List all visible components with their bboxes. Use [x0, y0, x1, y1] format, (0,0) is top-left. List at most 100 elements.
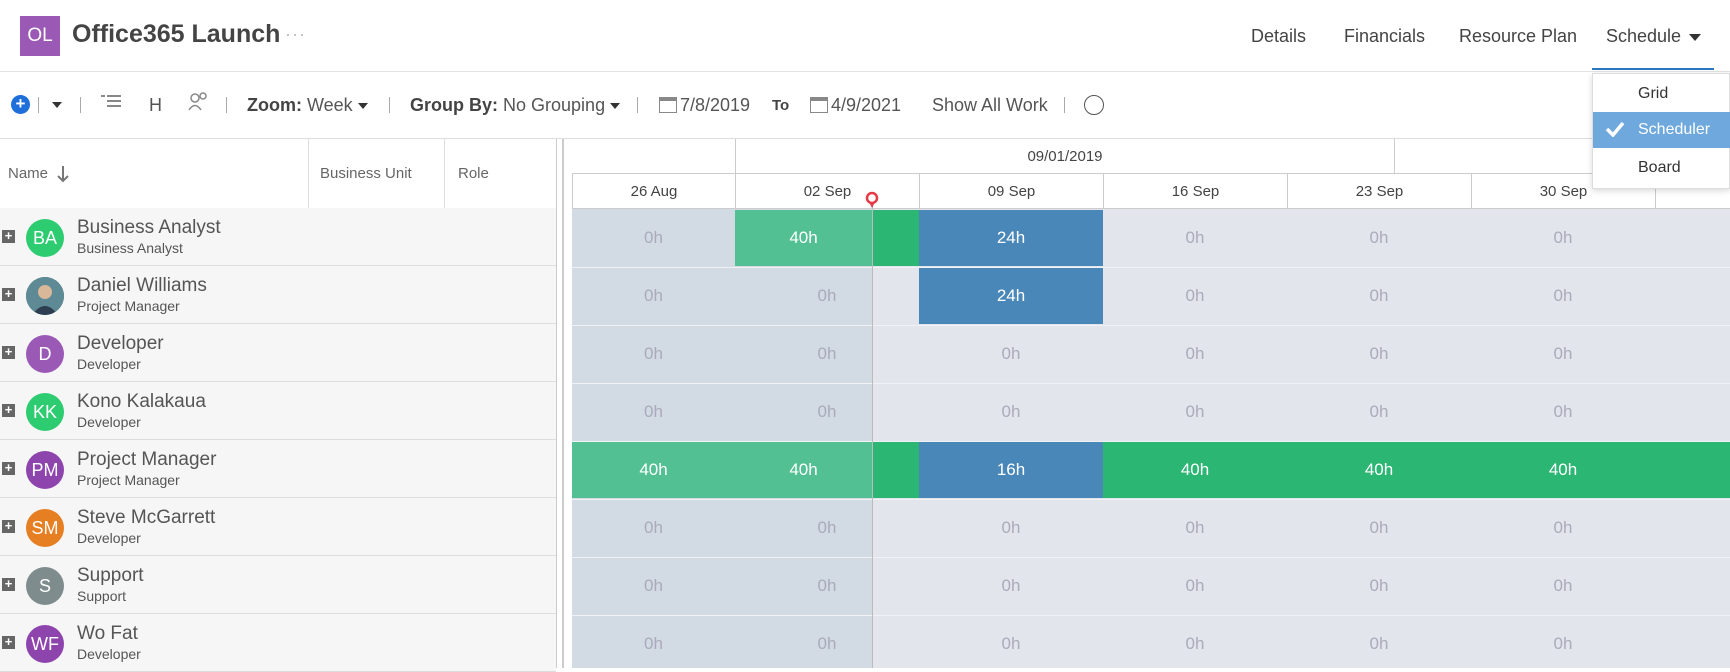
- allocation-cell[interactable]: 0h: [1103, 616, 1287, 668]
- allocation-cell[interactable]: 0h: [572, 500, 735, 556]
- allocation-cell[interactable]: 0h: [735, 384, 919, 440]
- allocation-cell[interactable]: 0h: [1471, 558, 1655, 614]
- avatar-initials: BA: [32, 227, 57, 248]
- zoom-dropdown[interactable]: Zoom: Week: [247, 95, 368, 116]
- allocation-cell[interactable]: 0h: [919, 326, 1103, 382]
- avatar-initials: S: [38, 575, 51, 596]
- allocation-cell[interactable]: 0h: [919, 558, 1103, 614]
- allocation-cell[interactable]: 0h: [1287, 500, 1471, 556]
- allocation-bar[interactable]: 40h: [1471, 442, 1655, 498]
- column-header-row: Name Business Unit Role: [0, 139, 556, 208]
- from-date-picker[interactable]: 7/8/2019: [659, 95, 750, 116]
- allocation-cell[interactable]: 0h: [1471, 268, 1655, 324]
- menu-item-scheduler[interactable]: Scheduler: [1593, 112, 1730, 148]
- resource-row[interactable]: + KK Kono Kalakaua Developer: [0, 382, 556, 440]
- allocation-cell[interactable]: 0h: [572, 616, 735, 668]
- allocation-cell[interactable]: 0h: [1471, 326, 1655, 382]
- resource-row[interactable]: + D Developer Developer: [0, 324, 556, 382]
- allocation-cell[interactable]: 0h: [572, 326, 735, 382]
- allocation-cell[interactable]: 0h: [1287, 210, 1471, 266]
- tab-details[interactable]: Details: [1251, 26, 1306, 47]
- allocation-cell[interactable]: 0h: [1103, 500, 1287, 556]
- calendar-icon: [810, 97, 828, 113]
- project-avatar: OL: [20, 16, 60, 56]
- column-header-name[interactable]: Name: [0, 139, 309, 208]
- column-header-role[interactable]: Role: [445, 139, 556, 208]
- allocation-cell[interactable]: 0h: [735, 558, 919, 614]
- expand-icon[interactable]: +: [2, 287, 15, 301]
- column-header-business-unit[interactable]: Business Unit: [309, 139, 445, 208]
- resource-filter-icon[interactable]: [188, 91, 208, 116]
- resource-row[interactable]: + Daniel Williams Project Manager: [0, 266, 556, 324]
- allocation-bar[interactable]: 24h: [919, 210, 1103, 266]
- avatar: [26, 277, 64, 315]
- resource-row[interactable]: + BA Business Analyst Business Analyst: [0, 208, 556, 266]
- allocation-cell[interactable]: 0h: [572, 384, 735, 440]
- add-button[interactable]: +: [11, 95, 30, 114]
- resource-row[interactable]: + PM Project Manager Project Manager: [0, 440, 556, 498]
- expand-icon[interactable]: +: [2, 461, 15, 475]
- resource-row[interactable]: + WF Wo Fat Developer: [0, 614, 556, 672]
- menu-item-grid[interactable]: Grid: [1593, 76, 1730, 112]
- allocation-cell[interactable]: 0h: [919, 384, 1103, 440]
- show-all-work-button[interactable]: Show All Work: [932, 95, 1048, 116]
- allocation-cell[interactable]: 0h: [1287, 384, 1471, 440]
- allocation-cell[interactable]: 0h: [572, 558, 735, 614]
- allocation-bar[interactable]: 40h: [572, 442, 735, 498]
- expand-icon[interactable]: +: [2, 403, 15, 417]
- allocation-cell[interactable]: 0h: [1103, 326, 1287, 382]
- resource-row[interactable]: + SM Steve McGarrett Developer: [0, 498, 556, 556]
- expand-icon[interactable]: +: [2, 229, 15, 243]
- allocation-cell[interactable]: 0h: [1103, 268, 1287, 324]
- allocation-bar[interactable]: 16h: [919, 442, 1103, 498]
- allocation-bar[interactable]: 40h: [1103, 442, 1287, 498]
- allocation-cell[interactable]: 0h: [1471, 210, 1655, 266]
- expand-icon[interactable]: +: [2, 345, 15, 359]
- allocation-cell[interactable]: 0h: [735, 616, 919, 668]
- menu-item-board[interactable]: Board: [1593, 150, 1730, 186]
- allocation-cell[interactable]: 0h: [1471, 500, 1655, 556]
- tab-resource-plan[interactable]: Resource Plan: [1459, 26, 1577, 47]
- allocation-cell[interactable]: 0h: [1103, 558, 1287, 614]
- tab-financials[interactable]: Financials: [1344, 26, 1425, 47]
- expand-icon[interactable]: +: [2, 635, 15, 649]
- allocation-cell[interactable]: 0h: [1287, 558, 1471, 614]
- expand-icon[interactable]: +: [2, 577, 15, 591]
- resource-name: Project Manager: [77, 449, 217, 470]
- histogram-button[interactable]: H: [149, 95, 162, 116]
- add-options-dropdown[interactable]: [47, 94, 62, 115]
- allocation-cell[interactable]: 0h: [735, 500, 919, 556]
- tab-schedule[interactable]: Schedule: [1606, 26, 1702, 47]
- allocation-cell[interactable]: 0h: [572, 268, 735, 324]
- resource-role: Project Manager: [77, 472, 180, 488]
- allocation-cell[interactable]: 0h: [735, 326, 919, 382]
- allocation-cell[interactable]: 0h: [572, 210, 735, 266]
- allocation-cell[interactable]: 0h: [1471, 616, 1655, 668]
- allocation-cell[interactable]: 0h: [1287, 326, 1471, 382]
- circle-toggle[interactable]: [1084, 95, 1104, 115]
- allocation-cell[interactable]: 0h: [1471, 384, 1655, 440]
- allocation-bar[interactable]: 24h: [919, 268, 1103, 324]
- allocation-cell[interactable]: 0h: [1287, 268, 1471, 324]
- allocation-bar[interactable]: 40h: [735, 442, 872, 498]
- to-date-picker[interactable]: 4/9/2021: [810, 95, 901, 116]
- more-options-button[interactable]: ···: [285, 24, 306, 45]
- resource-row[interactable]: + S Support Support: [0, 556, 556, 614]
- allocation-bar-segment: [872, 442, 919, 498]
- allocation-cell[interactable]: 0h: [1103, 210, 1287, 266]
- allocation-bar[interactable]: 40h: [1287, 442, 1471, 498]
- allocation-bar[interactable]: 40h: [735, 210, 872, 266]
- app-header: OL Office365 Launch ··· Details Financia…: [0, 0, 1730, 72]
- allocation-cell[interactable]: 0h: [1103, 384, 1287, 440]
- panel-splitter[interactable]: [556, 139, 570, 668]
- to-label: To: [772, 97, 790, 114]
- group-by-value: No Grouping: [503, 95, 606, 115]
- expand-icon[interactable]: +: [2, 519, 15, 533]
- list-view-icon[interactable]: [100, 93, 122, 114]
- allocation-cell[interactable]: 0h: [919, 616, 1103, 668]
- group-by-dropdown[interactable]: Group By: No Grouping: [410, 95, 621, 116]
- allocation-cell[interactable]: 0h: [735, 268, 919, 324]
- allocation-cell[interactable]: 0h: [1287, 616, 1471, 668]
- allocation-cell[interactable]: 0h: [919, 500, 1103, 556]
- week-header: 16 Sep: [1103, 174, 1287, 209]
